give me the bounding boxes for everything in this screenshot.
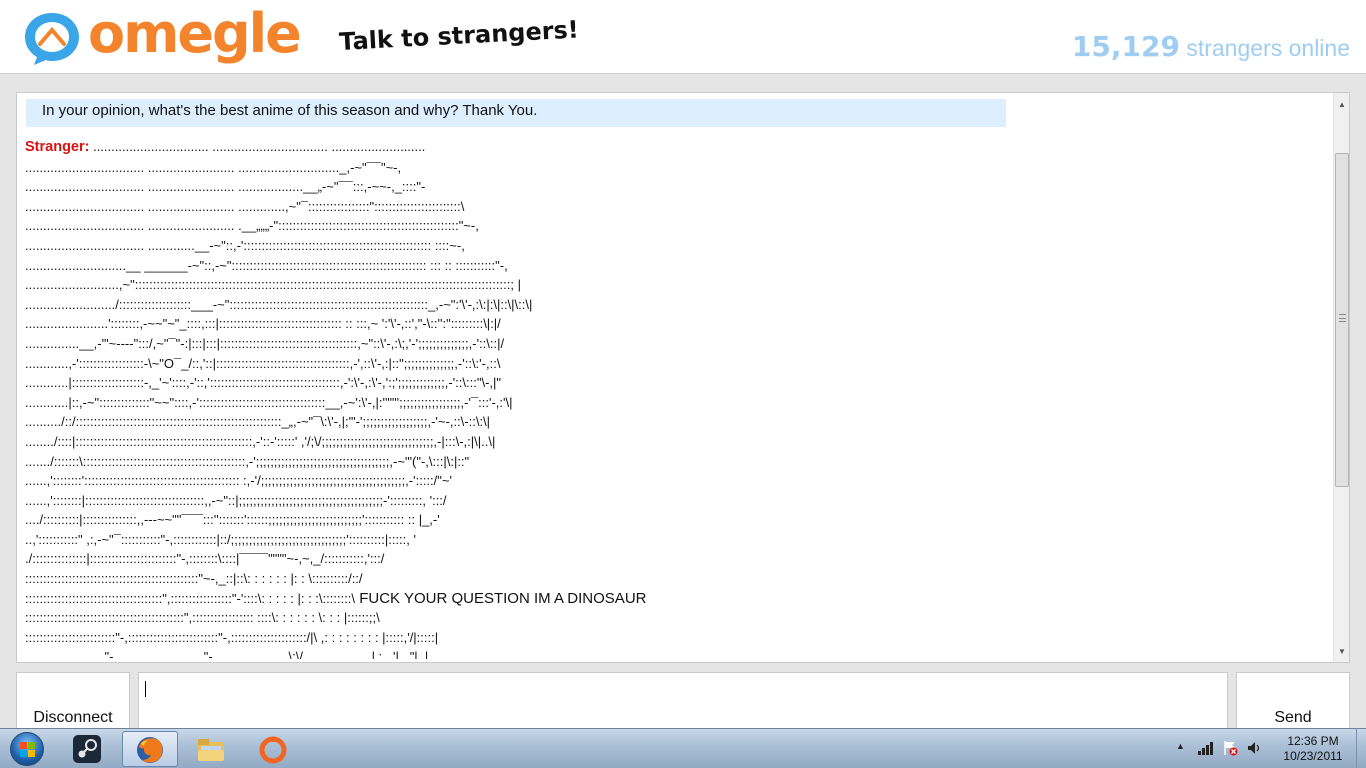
taskbar-firefox[interactable] [122,731,178,767]
ascii-art-line: ......,'::::::::|:::::::::::::::::::::::… [25,492,447,508]
action-center-flag-icon[interactable] [1222,740,1238,756]
disconnect-button[interactable]: Disconnect [16,672,130,732]
online-count: 15,129 [1071,30,1180,63]
taskbar-clock[interactable]: 12:36 PM 10/23/2011 [1268,734,1358,764]
ascii-art-line: .......................'::::::::,-~~"~"_… [25,316,501,332]
show-hidden-icons-arrow-icon[interactable]: ▲ [1176,741,1185,751]
taskbar-origin[interactable] [246,731,302,767]
send-button[interactable]: Send [1236,672,1350,732]
ascii-art-line: ............|::,-~"::::::::::::::"~~":::… [25,394,513,410]
ascii-art-line: ............................__ ______-~"… [25,257,508,273]
ascii-art-line: ................................. ......… [25,179,426,195]
ascii-art-line: ......../::::|::::::::::::::::::::::::::… [25,433,496,449]
ascii-art-line: ........................./::::::::::::::… [25,296,533,312]
ascii-art-line: ................................. ......… [25,198,465,214]
ascii-art-line: ................................. ......… [25,159,402,175]
windows-taskbar: ▲ 12:36 PM 10/23/2011 [0,728,1366,768]
ascii-art-line: ................................. ......… [25,218,479,234]
question-banner: In your opinion, what's the best anime o… [26,99,1006,127]
taskbar-windows-explorer[interactable] [184,731,240,767]
chat-log[interactable]: In your opinion, what's the best anime o… [16,92,1350,663]
ascii-art-line: ...............__,-'"~----":::/,~"¯"-:|:… [25,335,505,351]
grip-icon [1339,314,1346,322]
ascii-art-line: ......./:::::::\::::::::::::::::::::::::… [25,453,470,469]
stranger-message-first-line: Stranger: ..............................… [25,137,1330,158]
scroll-down-arrow-icon[interactable]: ▼ [1334,646,1349,658]
system-tray: ▲ 12:36 PM 10/23/2011 [1176,729,1366,768]
message-text: ................................ .......… [89,139,426,154]
volume-speaker-icon[interactable] [1246,740,1262,756]
ascii-art-line: ::::::::::::::::::::::::::::::::::::::",… [25,589,1330,609]
stranger-shout-text: FUCK YOUR QUESTION IM A DINOSAUR [355,589,647,607]
ascii-art-line: ........../::/::::::::::::::::::::::::::… [25,414,491,430]
clock-date: 10/23/2011 [1283,749,1343,763]
ascii-art-line: ......................"-,...............… [25,649,429,659]
ascii-art-message: ................................. ......… [25,158,1330,659]
chat-scrollbar[interactable]: ▲ ▼ [1333,93,1349,662]
scroll-thumb[interactable] [1335,153,1349,487]
header: omegle Talk to strangers! 15,129 strange… [0,0,1366,74]
folder-icon [198,739,224,761]
origin-icon [259,736,287,764]
message-input[interactable] [138,672,1228,732]
chat-bubble-logo-icon [25,13,79,65]
ascii-art-line: ......,'::::::::':::::::::::::::::::::::… [25,473,452,489]
start-button[interactable] [4,729,50,768]
network-signal-icon[interactable] [1198,741,1216,755]
logo-text: omegle [88,2,302,65]
ascii-art-line: ................................. ......… [25,237,465,253]
ascii-art-line: ::::::::::::::::::::::::::::::::::::::::… [25,610,380,626]
ascii-art-line: :::::::::::::::::::::::::"-,::::::::::::… [25,629,439,645]
online-label: strangers online [1179,35,1350,61]
ascii-art-line: ............,-'::::::::::::::::::-\~"O¯_… [25,355,501,371]
firefox-icon [137,737,163,763]
stranger-label: Stranger: [25,139,90,155]
clock-time: 12:36 PM [1287,734,1339,748]
scroll-up-arrow-icon[interactable]: ▲ [1334,99,1349,111]
chat-messages: In your opinion, what's the best anime o… [25,99,1330,659]
text-caret [145,681,146,697]
tagline: Talk to strangers! [338,15,580,56]
strangers-online: 15,129 strangers online [1072,30,1350,63]
ascii-art-line: ./:::::::::::::::|::::::::::::::::::::::… [25,551,385,567]
omegle-logo[interactable]: omegle [22,2,302,68]
ascii-art-line: ..,':::::::::::" ,:,-~"¯:::::::::::"-,::… [25,531,416,547]
ascii-art-line: ..../::::::::::|:::::::::::::::,,---~~""… [25,512,440,528]
show-desktop-button[interactable] [1356,729,1366,768]
ascii-art-line: ............|::::::::::::::::::::-,_'~':… [25,375,502,391]
ascii-art-line: ::::::::::::::::::::::::::::::::::::::::… [25,571,363,587]
windows-logo-icon [10,732,44,766]
ascii-art-line: ..........................,~":::::::::::… [25,277,521,293]
ascii-art-segment: ::::::::::::::::::::::::::::::::::::::",… [25,590,356,606]
taskbar-steam[interactable] [60,731,116,767]
steam-icon [73,735,101,763]
